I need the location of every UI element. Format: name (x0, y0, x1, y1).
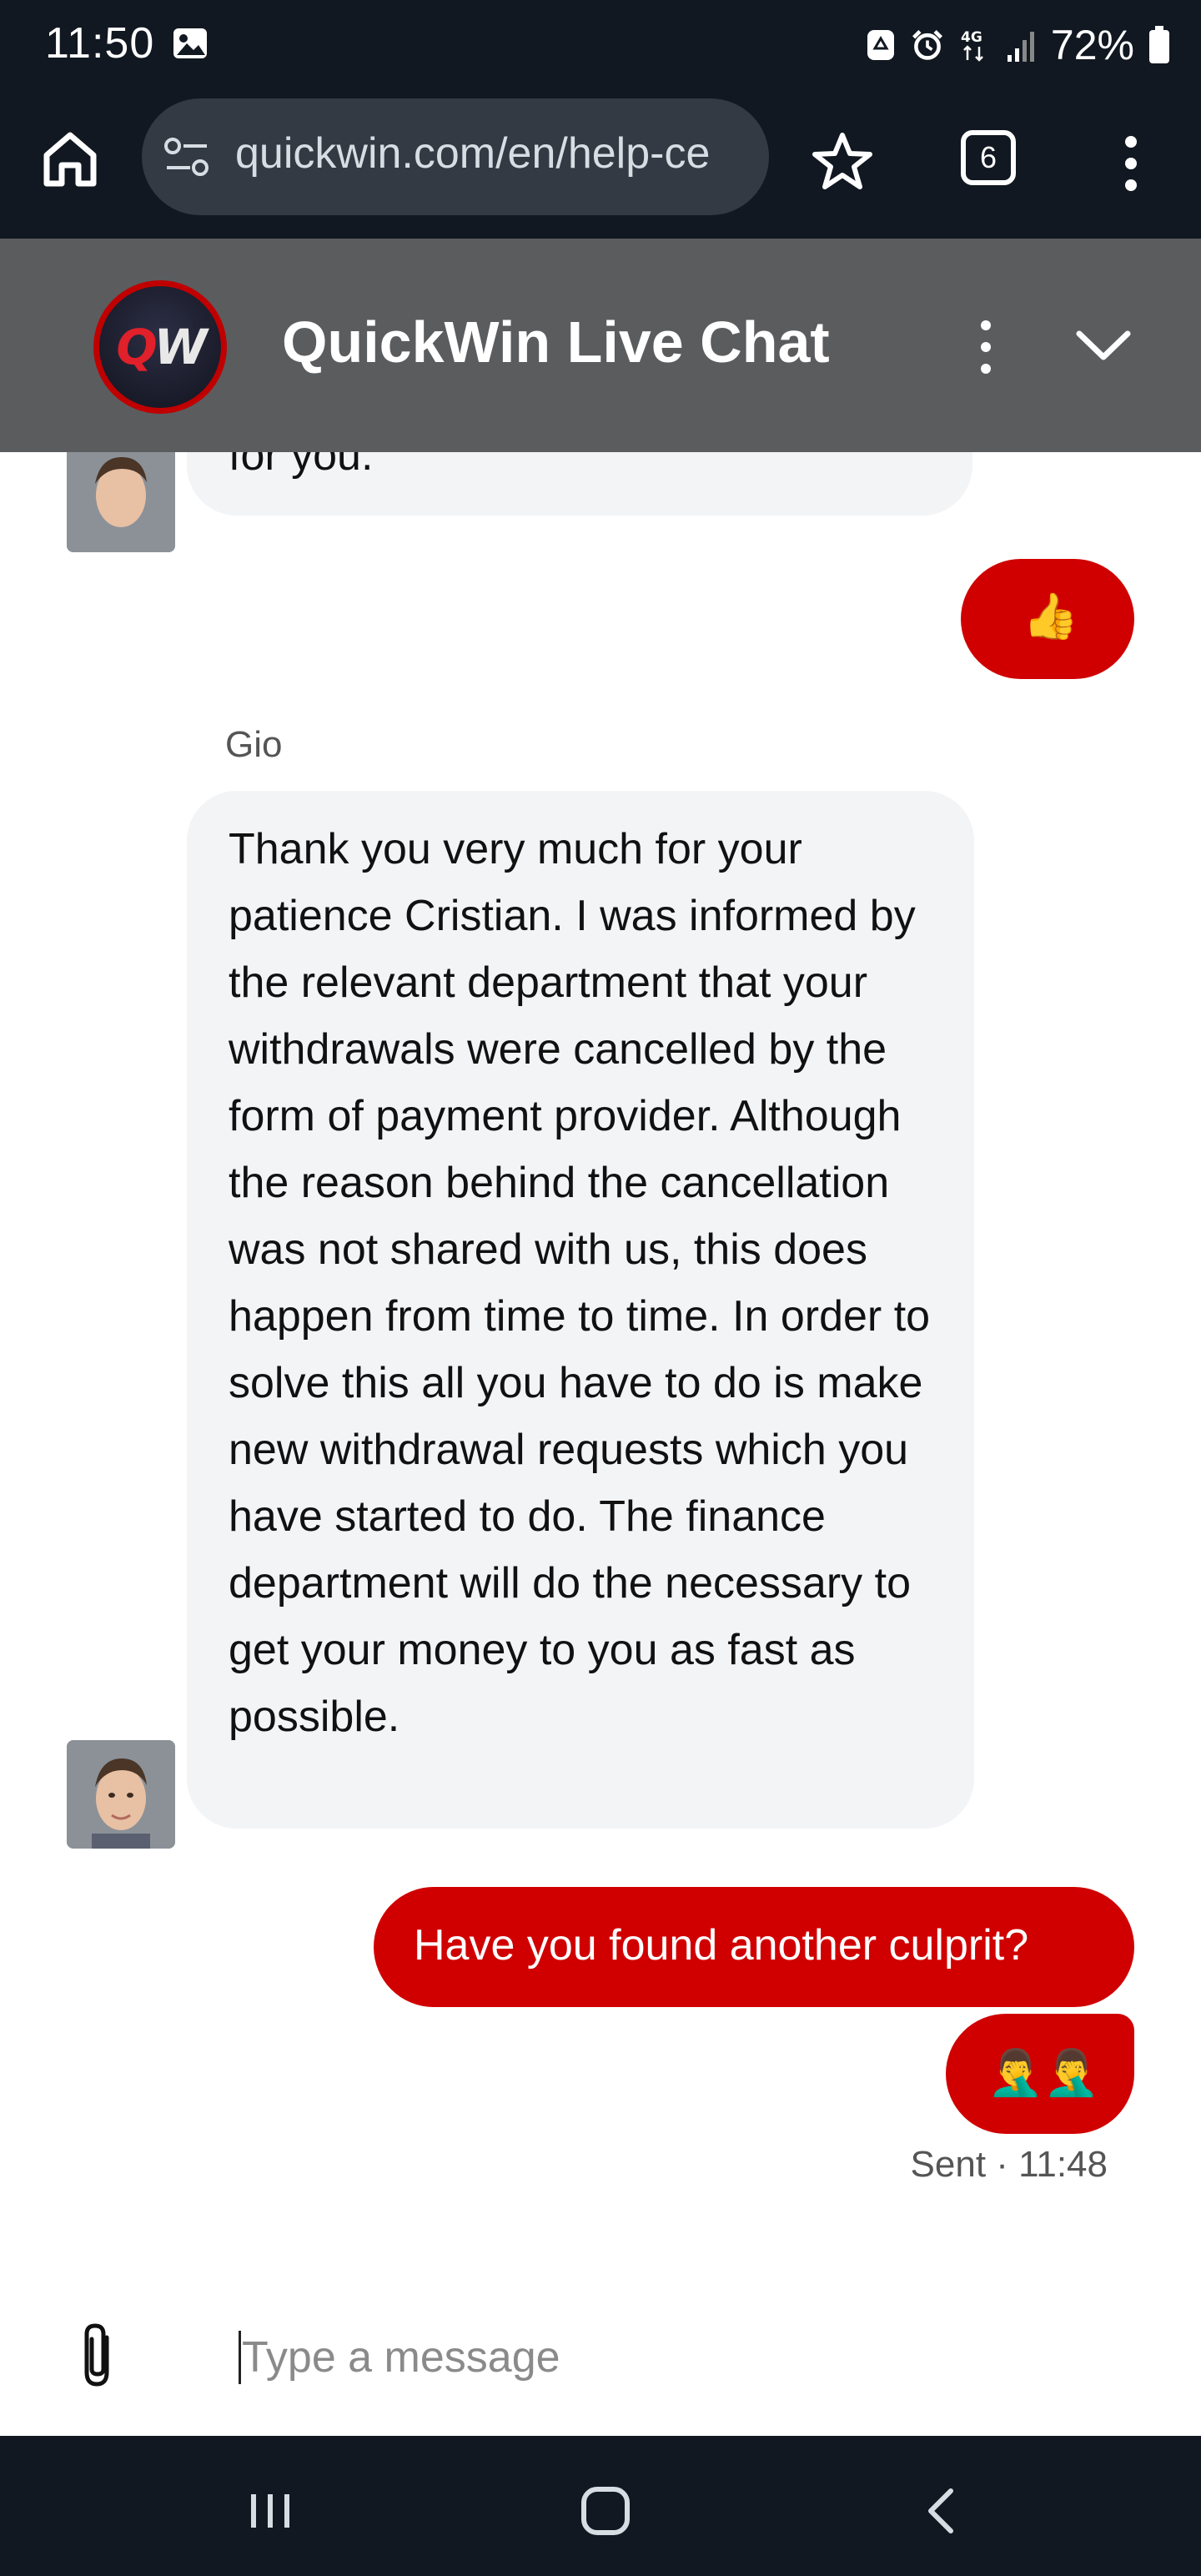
back-icon[interactable] (909, 2478, 976, 2544)
user-message-text: 🤦‍♂️🤦‍♂️ (987, 2048, 1100, 2098)
logo-q: Q (116, 319, 157, 375)
battery-icon (1149, 26, 1169, 63)
status-time: 11:50 (45, 19, 155, 68)
user-message-bubble: 🤦‍♂️🤦‍♂️ (946, 2014, 1134, 2134)
site-settings-icon[interactable] (163, 136, 210, 178)
quickwin-logo: QW (93, 280, 227, 414)
paperclip-icon[interactable] (77, 2321, 118, 2391)
chat-title: QuickWin Live Chat (282, 309, 830, 375)
agent-message-bubble-prev: for you. (187, 452, 972, 516)
user-message-bubble: 👍 (961, 559, 1134, 679)
logo-mark: QW (99, 286, 221, 408)
chevron-down-icon[interactable] (1074, 325, 1133, 367)
url-field[interactable]: quickwin.com/en/help-ce (142, 98, 769, 215)
user-message-bubble: Have you found another culprit? (374, 1887, 1134, 2007)
signal-icon (1007, 32, 1034, 62)
home-icon[interactable] (37, 125, 103, 192)
battery-percent: 72% (1050, 22, 1134, 68)
alarm-icon (912, 30, 942, 60)
user-message-text: Have you found another culprit? (414, 1921, 1029, 1970)
status-icons: 4G 72% (864, 18, 1171, 72)
composer (0, 2269, 1201, 2436)
status-bar: 11:50 4G 72% (0, 0, 1201, 92)
bookmark-star-icon[interactable] (809, 128, 876, 195)
chat-header: QW QuickWin Live Chat (0, 239, 1201, 452)
agent-message-text: Thank you very much for your patience Cr… (229, 825, 931, 1741)
recycle-icon (867, 30, 894, 60)
user-message-text: 👍 (1023, 591, 1079, 641)
home-nav-icon[interactable] (572, 2478, 639, 2544)
url-text[interactable]: quickwin.com/en/help-ce (235, 128, 752, 179)
chat-options-icon[interactable] (971, 317, 1001, 377)
tab-switcher-button[interactable]: 6 (961, 130, 1016, 185)
more-vert-icon[interactable] (1114, 130, 1148, 197)
logo-w: W (153, 319, 208, 375)
4g-icon: 4G (961, 29, 983, 62)
message-input[interactable] (240, 2319, 1078, 2396)
image-icon (173, 28, 207, 58)
browser-toolbar: quickwin.com/en/help-ce 6 (0, 92, 1201, 239)
message-list[interactable]: for you. 👍 Gio Thank you very much for y… (0, 452, 1201, 2269)
agent-message-bubble: Thank you very much for your patience Cr… (187, 791, 974, 1829)
sent-status: Sent · 11:48 (910, 2144, 1108, 2185)
agent-name: Gio (225, 724, 283, 765)
agent-message-prev-text: for you. (229, 452, 374, 480)
recent-apps-icon[interactable] (237, 2478, 304, 2544)
agent-face-icon (67, 1740, 175, 1849)
agent-avatar (67, 1740, 175, 1849)
agent-face-icon (67, 452, 175, 552)
svg-text:4G: 4G (961, 29, 982, 46)
agent-avatar (67, 452, 175, 552)
system-nav-bar (0, 2436, 1201, 2576)
